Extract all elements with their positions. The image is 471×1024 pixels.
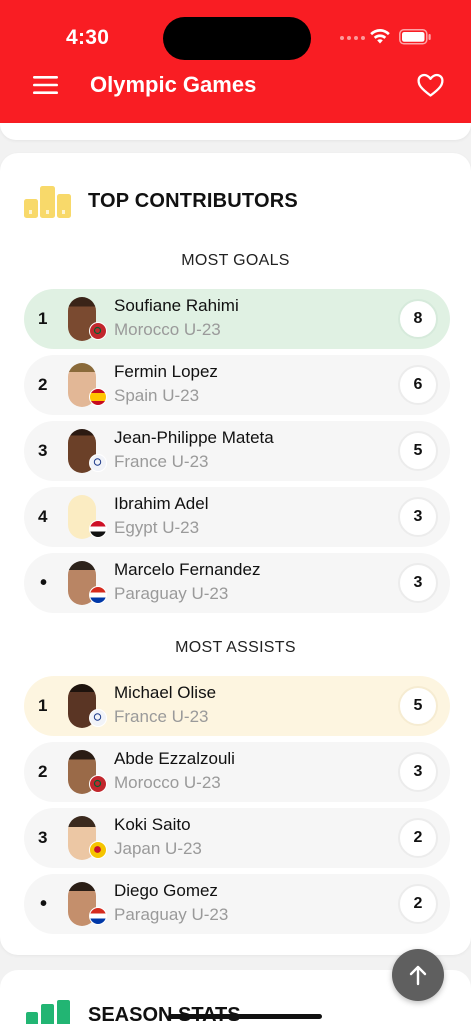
player-name: Ibrahim Adel [114, 494, 209, 513]
scroll-to-top-button[interactable] [392, 949, 444, 1001]
player-avatar [68, 297, 107, 341]
player-team: Paraguay U-23 [114, 584, 229, 603]
player-name: Diego Gomez [114, 881, 218, 900]
rank: 1 [38, 696, 48, 715]
podium-icon [24, 186, 71, 218]
player-avatar [68, 882, 107, 926]
player-name: Abde Ezzalzouli [114, 749, 235, 768]
player-team: Morocco U-23 [114, 773, 221, 792]
previous-section-card [0, 123, 471, 140]
rank: 3 [38, 441, 48, 460]
player-name: Soufiane Rahimi [114, 296, 239, 315]
player-avatar [68, 429, 107, 473]
battery-icon [399, 29, 431, 45]
cellular-signal-icon [340, 36, 365, 40]
goals-row-1[interactable]: 1 Soufiane Rahimi Morocco U-23 8 [24, 289, 450, 349]
assists-count: 3 [398, 752, 438, 792]
status-time: 4:30 [66, 26, 110, 49]
rank: 1 [38, 309, 48, 328]
assists-count: 2 [398, 884, 438, 924]
france-flag-icon [89, 454, 107, 472]
app-title: Olympic Games [90, 72, 257, 97]
egypt-flag-icon [89, 520, 107, 538]
player-team: Egypt U-23 [114, 518, 200, 537]
goals-row-3[interactable]: 3 Jean-Philippe Mateta France U-23 5 [24, 421, 450, 481]
arrow-up-icon [409, 965, 427, 986]
top-contributors-title: TOP CONTRIBUTORS [88, 190, 298, 212]
player-team: France U-23 [114, 452, 209, 471]
goals-count: 8 [398, 299, 438, 339]
home-indicator [168, 1014, 322, 1019]
most-assists-heading: MOST ASSISTS [175, 639, 296, 656]
rank: • [40, 572, 48, 594]
player-team: Japan U-23 [114, 839, 202, 858]
player-avatar [68, 816, 107, 860]
assists-row-3[interactable]: 3 Koki Saito Japan U-23 2 [24, 808, 450, 868]
rank: 2 [38, 762, 48, 781]
rank: 4 [38, 507, 48, 526]
assists-row-2[interactable]: 2 Abde Ezzalzouli Morocco U-23 3 [24, 742, 450, 802]
player-team: France U-23 [114, 707, 209, 726]
rank: • [40, 893, 48, 915]
goals-count: 3 [398, 497, 438, 537]
player-name: Jean-Philippe Mateta [114, 428, 274, 447]
player-avatar [68, 684, 107, 728]
rank: 2 [38, 375, 48, 394]
france-flag-icon [89, 709, 107, 727]
player-team: Paraguay U-23 [114, 905, 229, 924]
player-avatar-placeholder [68, 495, 107, 539]
player-team: Spain U-23 [114, 386, 200, 405]
goals-row-4[interactable]: 4 Ibrahim Adel Egypt U-23 3 [24, 487, 450, 547]
japan-flag-icon [89, 841, 107, 859]
morocco-flag-icon [89, 322, 107, 340]
assists-count: 2 [398, 818, 438, 858]
goals-row-5[interactable]: • Marcelo Fernandez Paraguay U-23 3 [24, 553, 450, 613]
paraguay-flag-icon [89, 586, 107, 604]
goals-row-2[interactable]: 2 Fermin Lopez Spain U-23 6 [24, 355, 450, 415]
wifi-icon [370, 29, 390, 44]
dynamic-island [163, 17, 311, 60]
player-name: Marcelo Fernandez [114, 560, 261, 579]
bar-chart-icon [26, 1000, 70, 1024]
favorite-heart-icon[interactable] [417, 73, 444, 98]
most-goals-heading: MOST GOALS [181, 252, 290, 269]
spain-flag-icon [89, 388, 107, 406]
assists-row-1[interactable]: 1 Michael Olise France U-23 5 [24, 676, 450, 736]
hamburger-menu-icon[interactable] [33, 75, 58, 95]
player-avatar [68, 750, 107, 794]
goals-count: 5 [398, 431, 438, 471]
assists-row-4[interactable]: • Diego Gomez Paraguay U-23 2 [24, 874, 450, 934]
morocco-flag-icon [89, 775, 107, 793]
goals-count: 6 [398, 365, 438, 405]
rank: 3 [38, 828, 48, 847]
player-avatar [68, 561, 107, 605]
player-name: Michael Olise [114, 683, 217, 702]
player-avatar [68, 363, 107, 407]
app-header: 4:30 Olympic Games [0, 0, 471, 123]
player-name: Fermin Lopez [114, 362, 218, 381]
paraguay-flag-icon [89, 907, 107, 925]
player-name: Koki Saito [114, 815, 191, 834]
player-team: Morocco U-23 [114, 320, 221, 339]
goals-count: 3 [398, 563, 438, 603]
assists-count: 5 [398, 686, 438, 726]
